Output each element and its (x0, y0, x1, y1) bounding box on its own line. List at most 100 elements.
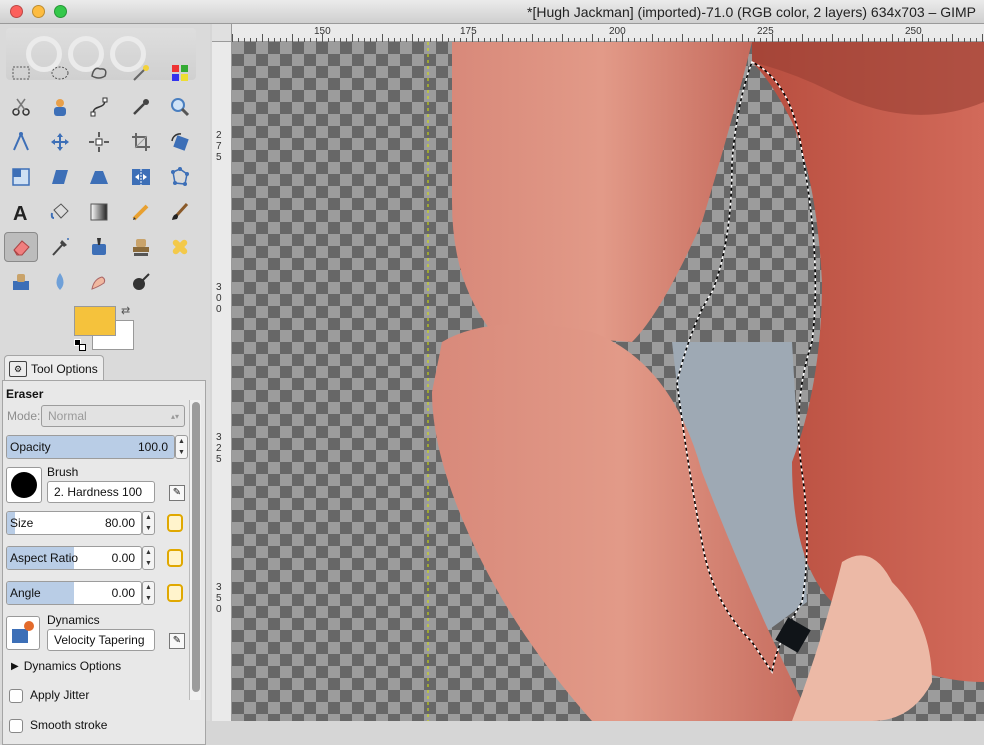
ruler-label: 250 (905, 26, 922, 37)
ruler-label: 150 (314, 26, 331, 37)
edit-brush-icon[interactable]: ✎ (169, 485, 185, 501)
size-reset-icon[interactable] (167, 514, 183, 532)
aspect-ratio-scale[interactable]: Aspect Ratio 0.00 (6, 546, 142, 570)
dynamics-icon (12, 621, 34, 643)
tab-tool-options-label: Tool Options (31, 361, 98, 376)
triangle-right-icon: ▶ (11, 660, 19, 672)
bucket-fill-icon[interactable] (43, 197, 77, 227)
rotate-icon[interactable] (163, 127, 197, 157)
measure-icon[interactable] (4, 127, 38, 157)
ruler-label: 200 (609, 26, 626, 37)
heal-icon[interactable] (163, 232, 197, 262)
pencil-icon[interactable] (124, 197, 158, 227)
dynamics-options-label: Dynamics Options (23, 659, 122, 673)
svg-text:A: A (13, 203, 27, 223)
angle-reset-icon[interactable] (167, 584, 183, 602)
fuzzy-select-icon[interactable] (124, 58, 158, 88)
ruler-label: 275 (216, 130, 222, 163)
color-picker-icon[interactable] (124, 92, 158, 122)
perspective-icon[interactable] (82, 162, 116, 192)
ellipse-select-icon[interactable] (43, 58, 77, 88)
angle-label: Angle (10, 586, 41, 600)
tool-options-scrollbar[interactable] (189, 400, 201, 700)
clone-icon[interactable] (124, 232, 158, 262)
smooth-stroke-checkbox[interactable] (9, 719, 23, 733)
perspective-clone-icon[interactable] (4, 267, 38, 297)
brush-shape-icon (11, 472, 37, 498)
window-titlebar: *[Hugh Jackman] (imported)-71.0 (RGB col… (0, 0, 984, 24)
foreground-select-icon[interactable] (43, 92, 77, 122)
edit-dynamics-icon[interactable]: ✎ (169, 633, 185, 649)
flip-icon[interactable] (124, 162, 158, 192)
tool-options-icon: ⚙ (9, 360, 27, 377)
opacity-scale[interactable]: Opacity 100.0 (6, 435, 175, 459)
image-layer (427, 42, 984, 721)
blur-sharpen-icon[interactable] (43, 267, 77, 297)
brush-name-field[interactable]: 2. Hardness 100 (47, 481, 155, 503)
dynamics-name-field[interactable]: Velocity Tapering (47, 629, 155, 651)
angle-value: 0.00 (111, 586, 135, 600)
minimize-window-button[interactable] (32, 5, 45, 18)
ruler-label: 225 (757, 26, 774, 37)
angle-stepper[interactable]: ▲ ▼ (142, 581, 155, 605)
apply-jitter-label: Apply Jitter (30, 688, 90, 702)
size-scale[interactable]: Size 80.00 (6, 511, 142, 535)
aspect-ratio-label: Aspect Ratio (10, 551, 79, 565)
ruler-label: 350 (216, 582, 222, 615)
swap-colors-icon[interactable]: ⇄ (121, 304, 130, 317)
cage-transform-icon[interactable] (163, 162, 197, 192)
smudge-icon[interactable] (82, 267, 116, 297)
dodge-burn-icon[interactable] (124, 267, 158, 297)
ruler-ticks (232, 34, 983, 42)
zoom-window-button[interactable] (54, 5, 67, 18)
paths-icon[interactable] (82, 92, 116, 122)
aspect-ratio-reset-icon[interactable] (167, 549, 183, 567)
ruler-label: 300 (216, 282, 222, 315)
aspect-ratio-stepper[interactable]: ▲ ▼ (142, 546, 155, 570)
shear-icon[interactable] (43, 162, 77, 192)
text-icon[interactable]: A (4, 197, 38, 227)
scissors-select-icon[interactable] (4, 92, 38, 122)
toolbox: A ⇄ ⚙ Tool Options Eraser Mode: Normal ▴… (0, 24, 210, 745)
tab-tool-options[interactable]: ⚙ Tool Options (4, 355, 104, 381)
ruler-label: 325 (216, 432, 222, 465)
aspect-ratio-value: 0.00 (111, 551, 135, 565)
free-select-icon[interactable] (82, 58, 116, 88)
dynamics-label: Dynamics (47, 613, 100, 627)
vertical-ruler[interactable]: 275 300 325 350 (212, 42, 232, 721)
size-label: Size (10, 516, 34, 530)
default-colors-icon-bg[interactable] (79, 344, 86, 351)
close-window-button[interactable] (10, 5, 23, 18)
horizontal-ruler[interactable]: 150 175 200 225 250 (232, 24, 984, 42)
rect-select-icon[interactable] (4, 58, 38, 88)
image-canvas[interactable] (232, 42, 984, 721)
brush-preview[interactable] (6, 467, 42, 503)
ink-icon[interactable] (82, 232, 116, 262)
move-icon[interactable] (43, 127, 77, 157)
opacity-stepper[interactable]: ▲ ▼ (175, 435, 188, 459)
scrollbar-thumb[interactable] (192, 402, 200, 692)
color-select-icon[interactable] (163, 58, 197, 88)
airbrush-icon[interactable] (43, 232, 77, 262)
dynamics-name-value: Velocity Tapering (54, 633, 145, 647)
scale-icon[interactable] (4, 162, 38, 192)
brush-name-value: 2. Hardness 100 (54, 485, 143, 499)
angle-scale[interactable]: Angle 0.00 (6, 581, 142, 605)
align-icon[interactable] (82, 127, 116, 157)
mode-select[interactable]: Normal ▴▾ (41, 405, 185, 427)
window-title: *[Hugh Jackman] (imported)-71.0 (RGB col… (527, 4, 976, 20)
dynamics-preview[interactable] (6, 616, 40, 650)
opacity-value: 100.0 (137, 440, 168, 454)
crop-icon[interactable] (124, 127, 158, 157)
apply-jitter-checkbox[interactable] (9, 689, 23, 703)
eraser-icon[interactable] (4, 232, 38, 262)
zoom-icon[interactable] (163, 92, 197, 122)
tool-options-title: Eraser (6, 387, 44, 401)
foreground-color-swatch[interactable] (74, 306, 116, 336)
ruler-corner[interactable] (212, 24, 232, 42)
paintbrush-icon[interactable] (163, 197, 197, 227)
ruler-label: 175 (460, 26, 477, 37)
size-stepper[interactable]: ▲ ▼ (142, 511, 155, 535)
dynamics-options-expander[interactable]: ▶ Dynamics Options (11, 659, 121, 673)
blend-icon[interactable] (82, 197, 116, 227)
